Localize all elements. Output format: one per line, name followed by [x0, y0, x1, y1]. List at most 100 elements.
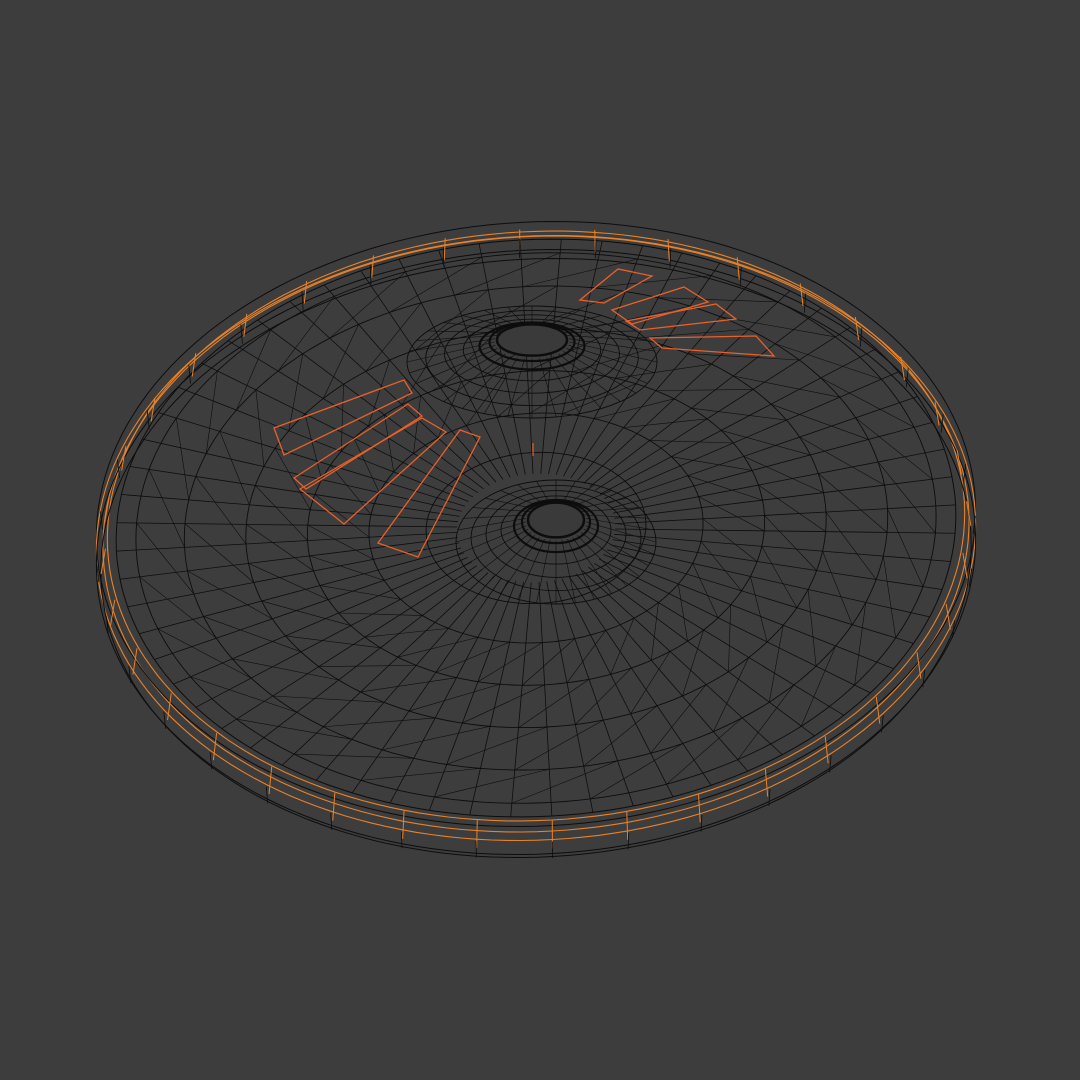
diagonal-edge	[666, 717, 743, 785]
spoke-edge	[116, 522, 458, 528]
diagonal-edge	[658, 297, 778, 303]
rim-segment-edge	[268, 766, 273, 795]
diagonal-edge	[770, 403, 869, 440]
diagonal-edge	[698, 496, 765, 532]
spoke-edge	[121, 494, 458, 523]
diagonal-edge	[319, 585, 401, 600]
spoke-edge	[510, 582, 532, 817]
spoke-edge	[614, 528, 956, 534]
rim-segment-edge	[803, 293, 807, 313]
disc-mesh[interactable]	[95, 220, 977, 859]
hub-upper-hole	[495, 323, 569, 357]
diagonal-edge	[255, 485, 308, 541]
rim-segment-edge	[594, 229, 596, 252]
diagonal-edge	[236, 718, 352, 740]
spoke-edge	[593, 562, 845, 716]
wireframe-scene[interactable]	[0, 0, 1080, 1080]
diagonal-edge	[768, 625, 784, 703]
spoke-edge	[553, 580, 634, 807]
diagonal-edge	[255, 389, 265, 467]
diagonal-edge	[883, 556, 897, 638]
spoke-edge	[139, 547, 462, 635]
3d-viewport[interactable]	[0, 0, 1080, 1080]
diagonal-edge	[365, 302, 422, 372]
spoke-edge	[360, 270, 504, 480]
rim-segment-edge	[881, 715, 884, 733]
rim-segment-edge	[905, 368, 909, 388]
diagonal-edge	[822, 551, 853, 625]
spoke-edge	[201, 362, 474, 498]
diagonal-edge	[329, 271, 406, 339]
diagonal-edge	[272, 695, 385, 703]
spoke-edge	[575, 573, 749, 772]
diagonal-edge	[692, 563, 719, 618]
spoke-edge	[116, 531, 457, 552]
diagonal-edge	[389, 256, 482, 313]
spoke-edge	[158, 412, 465, 507]
hub-lower-radial	[585, 518, 655, 531]
rim-segment-edge	[476, 820, 478, 849]
hub-lower-radial	[457, 518, 527, 531]
spoke-edge	[614, 533, 951, 562]
diagonal-edge	[175, 418, 189, 500]
spoke-edge	[289, 301, 490, 486]
diagonal-edge	[318, 665, 417, 667]
spoke-edge	[582, 570, 783, 755]
diagonal-edge	[655, 389, 754, 391]
diagonal-edge	[219, 431, 250, 505]
rim-segment-edge	[163, 711, 167, 729]
spoke-edge	[577, 275, 757, 481]
spoke-edge	[154, 552, 465, 660]
diagonal-edge	[728, 604, 732, 672]
diagonal-edge	[583, 705, 658, 767]
hub-upper-radial	[566, 348, 648, 384]
diagonal-edge	[854, 602, 867, 686]
hub-lower-radial	[580, 532, 640, 577]
diagonal-edge	[700, 541, 742, 592]
rim-segment-edge	[301, 290, 304, 311]
spoke-edge	[561, 578, 674, 798]
diagonal-edge	[758, 484, 826, 532]
rim-segment-edge	[764, 769, 769, 797]
rim-segment-edge	[402, 810, 405, 839]
spoke-edge	[615, 504, 956, 525]
hub-lower-radial	[500, 537, 540, 594]
diagonal-edge	[566, 630, 606, 683]
hub-lower-radial	[577, 497, 627, 510]
diagonal-edge	[246, 524, 314, 572]
diagonal-edge	[148, 469, 185, 548]
diagonal-edge	[205, 370, 218, 454]
hub-lower-radial	[485, 497, 535, 510]
diagonal-edge	[381, 726, 491, 751]
diagonal-edge	[649, 440, 734, 444]
diagonal-edge	[807, 589, 817, 667]
diagonal-edge	[702, 518, 758, 562]
diagonal-edge	[466, 373, 506, 426]
diagonal-edge	[855, 417, 933, 480]
spoke-edge	[607, 396, 918, 504]
diagonal-edge	[671, 456, 753, 471]
diagonal-edge	[294, 753, 414, 759]
diagonal-edge	[340, 384, 344, 452]
rim-segment-edge	[240, 324, 243, 344]
spoke-edge	[315, 575, 495, 781]
hub-lower-radial	[472, 532, 532, 577]
diagonal-edge	[454, 252, 561, 296]
spoke-edge	[227, 340, 479, 494]
spoke-edge	[323, 284, 497, 483]
rim-segment-edge	[626, 811, 629, 840]
diagonal-edge	[623, 418, 708, 428]
spoke-edge	[614, 476, 953, 519]
spoke-edge	[546, 581, 594, 813]
spoke-edge	[612, 448, 945, 514]
diagonal-edge	[720, 316, 836, 338]
spoke-edge	[178, 386, 469, 502]
spoke-edge	[607, 549, 914, 644]
spoke-edge	[610, 421, 933, 509]
diagonal-edge	[323, 717, 436, 728]
diagonal-edge	[203, 616, 302, 653]
diagonal-edge	[521, 638, 575, 686]
spoke-edge	[127, 542, 460, 608]
selected-face	[273, 379, 413, 456]
diagonal-edge	[750, 576, 768, 642]
